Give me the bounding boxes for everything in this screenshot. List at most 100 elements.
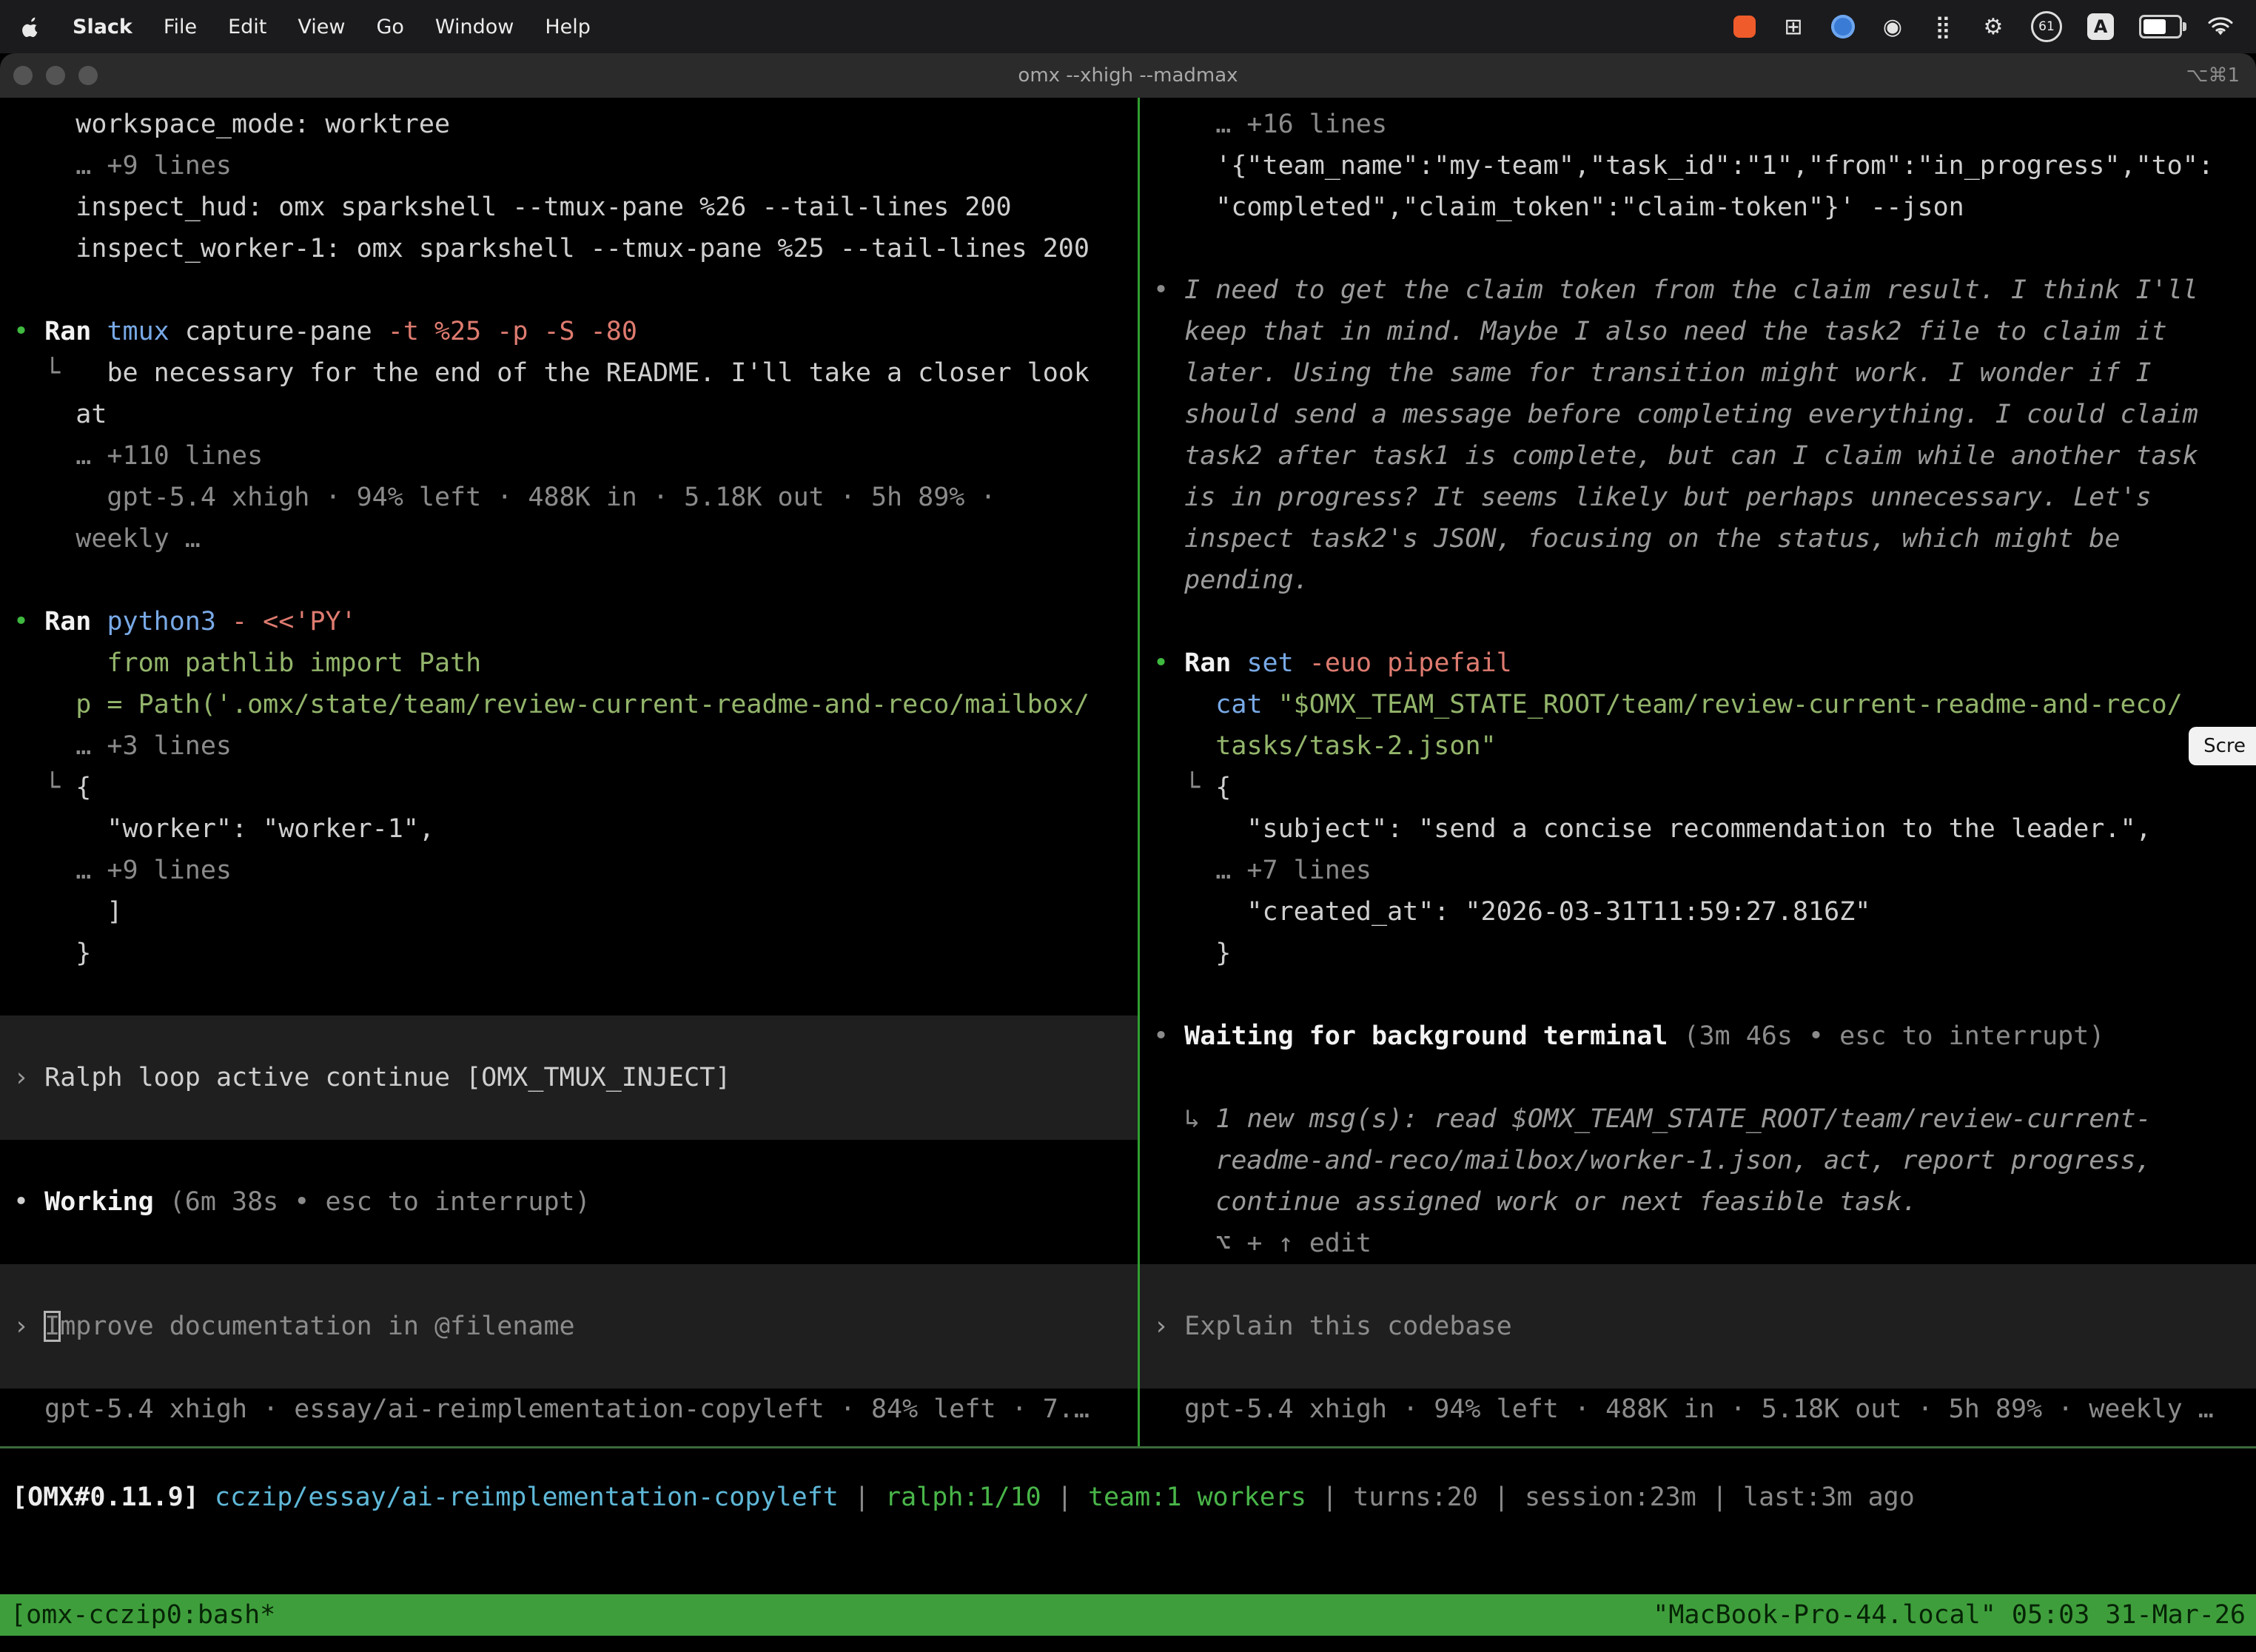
terminal-line: • Working (6m 38s • esc to interrupt) [0,1181,1138,1223]
menu-bar-status-icons: ⊞ ◉ ⣿ ⚙ 61 A [1733,11,2234,42]
terminal-line [1140,1057,2256,1098]
record-button-icon[interactable]: ◉ [1880,12,1905,41]
menu-help[interactable]: Help [545,16,591,38]
omx-status-line: [OMX#0.11.9] cczip/essay/ai-reimplementa… [0,1448,2256,1594]
status-segment: ralph:1/10 [885,1483,1041,1512]
menu-items: Slack File Edit View Go Window Help [73,16,622,38]
terminal-line: pending. [1140,560,2256,601]
terminal-line: • Ran python3 - <<'PY' [0,601,1138,642]
terminal-line: gpt-5.4 xhigh · essay/ai-reimplementatio… [0,1389,1138,1430]
terminal-line: › Explain this codebase [1140,1306,2256,1347]
terminal-line: continue assigned work or next feasible … [1140,1181,2256,1223]
terminal-line [1140,228,2256,269]
terminal-line [1140,974,2256,1015]
tmux-session-label: [omx-cczip0:bash* [10,1600,275,1630]
terminal-line: … +3 lines [0,725,1138,767]
terminal-line: ↳ 1 new msg(s): read $OMX_TEAM_STATE_ROO… [1140,1098,2256,1140]
terminal-line: └ be necessary for the end of the README… [0,352,1138,394]
terminal-line: … +7 lines [1140,850,2256,891]
status-segment: last:3m ago [1743,1483,1915,1512]
status-segment: session:23m [1525,1483,1696,1512]
badge-61-icon[interactable]: 61 [2031,11,2062,42]
window-manager-icon[interactable]: ⊞ [1781,12,1806,41]
status-segment: team:1 workers [1088,1483,1306,1512]
terminal-line [1140,601,2256,642]
menu-go[interactable]: Go [376,16,403,38]
blue-app-icon[interactable] [1831,15,1855,38]
terminal-line [0,1264,1138,1306]
left-terminal-pane[interactable]: workspace_mode: worktree … +9 lines insp… [0,98,1138,1446]
terminal-line: should send a message before completing … [1140,394,2256,435]
terminal-line: • Ran tmux capture-pane -t %25 -p -S -80 [0,311,1138,352]
status-segment: cczip/essay/ai-reimplementation-copyleft [215,1483,839,1512]
terminal-line: cat "$OMX_TEAM_STATE_ROOT/team/review-cu… [1140,684,2256,725]
terminal-line [0,1015,1138,1057]
terminal-line: later. Using the same for transition mig… [1140,352,2256,394]
terminal-line: inspect task2's JSON, focusing on the st… [1140,518,2256,560]
status-segment: turns:20 [1353,1483,1478,1512]
terminal-line [1140,1347,2256,1389]
status-segment: [OMX#0.11.9] [12,1483,215,1512]
terminal-line: weekly … [0,518,1138,560]
battery-icon[interactable] [2139,15,2182,38]
screen: Slack File Edit View Go Window Help ⊞ ◉ ⣿ ⚙ 61 A om… [0,0,2256,1652]
menu-view[interactable]: View [298,16,345,38]
terminal-line [0,1347,1138,1389]
status-segment: | [1478,1483,1525,1512]
status-segment: | [1696,1483,1743,1512]
tmux-host-clock: "MacBook-Pro-44.local" 05:03 31-Mar-26 [1653,1600,2246,1630]
terminal-line: from pathlib import Path [0,642,1138,684]
terminal-window: omx --xhigh --madmax ⌥⌘1 workspace_mode:… [0,53,2256,1652]
menu-edit[interactable]: Edit [228,16,266,38]
terminal-line: … +110 lines [0,435,1138,477]
terminal-line: › Improve documentation in @filename [0,1306,1138,1347]
menu-file[interactable]: File [164,16,197,38]
terminal-line: • Ran set -euo pipefail [1140,642,2256,684]
terminal-line: … +9 lines [0,145,1138,187]
apple-menu-icon[interactable] [22,16,40,37]
dots-grid-icon[interactable]: ⣿ [1930,12,1955,41]
terminal-line: └ { [1140,767,2256,808]
terminal-line: workspace_mode: worktree [0,104,1138,145]
terminal-line [0,560,1138,601]
wifi-icon[interactable] [2207,12,2234,41]
status-segment: | [1306,1483,1353,1512]
terminal-line: └ { [0,767,1138,808]
screenshot-toast[interactable]: Scre [2189,727,2256,765]
terminal-line [0,1223,1138,1264]
terminal-line: inspect_hud: omx sparkshell --tmux-pane … [0,187,1138,228]
right-terminal-pane[interactable]: … +16 lines '{"team_name":"my-team","tas… [1140,98,2256,1446]
terminal-line: ⌥ + ↑ edit [1140,1223,2256,1264]
terminal-line: • I need to get the claim token from the… [1140,269,2256,311]
input-source-icon[interactable]: A [2087,13,2114,40]
terminal-line: "created_at": "2026-03-31T11:59:27.816Z" [1140,891,2256,933]
terminal-line: } [1140,933,2256,974]
terminal-line: '{"team_name":"my-team","task_id":"1","f… [1140,145,2256,187]
window-title: omx --xhigh --madmax [0,53,2256,98]
status-segment: | [839,1483,885,1512]
terminal-line: gpt-5.4 xhigh · 94% left · 488K in · 5.1… [1140,1389,2256,1430]
terminal-line: tasks/task-2.json" [1140,725,2256,767]
terminal-line: inspect_worker-1: omx sparkshell --tmux-… [0,228,1138,269]
terminal-line: is in progress? It seems likely but perh… [1140,477,2256,518]
menu-window[interactable]: Window [435,16,514,38]
menu-slack[interactable]: Slack [73,16,132,38]
terminal-line [0,1140,1138,1181]
terminal-line: at [0,394,1138,435]
terminal-line [0,1098,1138,1140]
terminal-line: "completed","claim_token":"claim-token"}… [1140,187,2256,228]
terminal-line [0,974,1138,1015]
window-titlebar[interactable]: omx --xhigh --madmax ⌥⌘1 [0,53,2256,98]
terminal-line: } [0,933,1138,974]
status-segment: | [1041,1483,1088,1512]
settings-icon[interactable]: ⚙ [1981,12,2006,41]
tmux-status-bar: [omx-cczip0:bash* "MacBook-Pro-44.local"… [0,1594,2256,1636]
terminal-line: … +16 lines [1140,104,2256,145]
terminal-line: ] [0,891,1138,933]
terminal-line [1140,1264,2256,1306]
terminal-line: › Ralph loop active continue [OMX_TMUX_I… [0,1057,1138,1098]
terminal-line: p = Path('.omx/state/team/review-current… [0,684,1138,725]
terminal-line: gpt-5.4 xhigh · 94% left · 488K in · 5.1… [0,477,1138,518]
screen-recording-indicator[interactable] [1733,16,1756,38]
terminal-line: "worker": "worker-1", [0,808,1138,850]
